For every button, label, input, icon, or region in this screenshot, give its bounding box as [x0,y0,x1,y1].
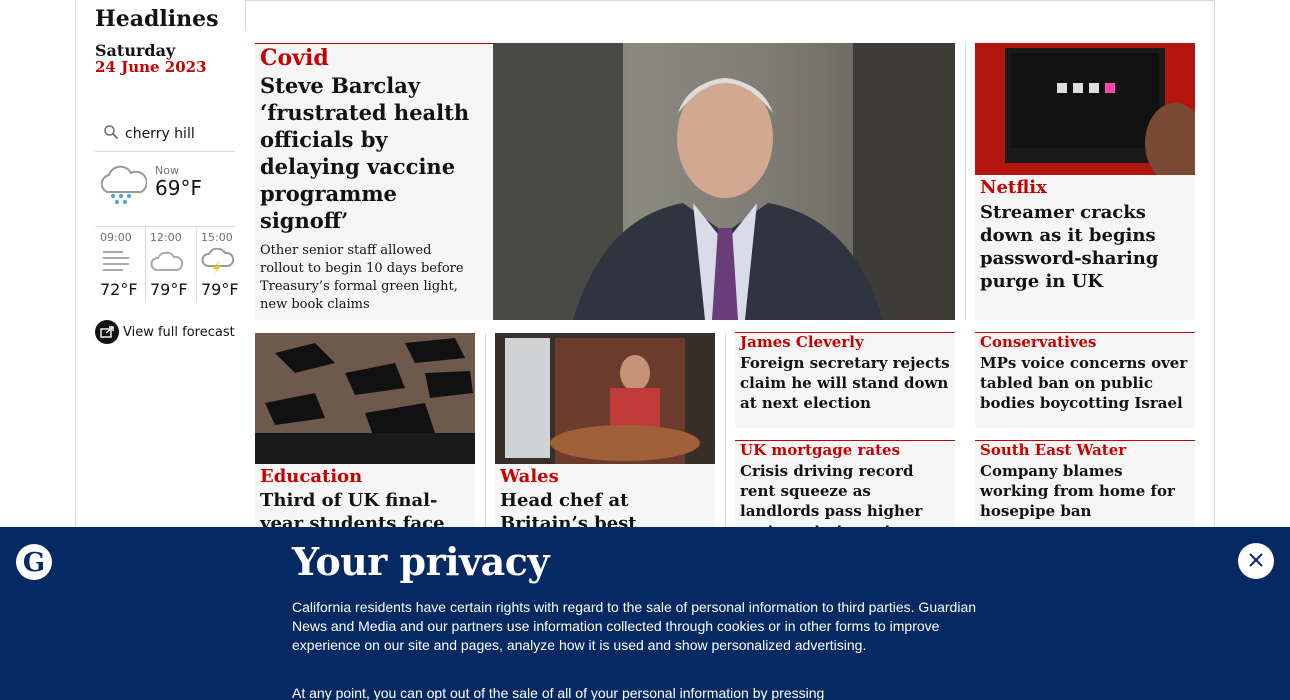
cloud-icon [149,248,195,278]
story-kicker: James Cleverly [740,333,864,351]
privacy-text-optout: At any point, you can opt out of the sal… [292,685,825,700]
header-divider [245,0,246,30]
story-kicker: Wales [500,466,559,487]
weather-location-search[interactable] [95,116,235,152]
rain-cloud-icon [95,164,148,212]
search-icon [103,124,125,144]
wales-photo[interactable] [495,333,715,464]
card-rule [255,43,493,44]
story-kicker: UK mortgage rates [740,441,901,459]
story-headline[interactable]: MPs voice concerns over tabled ban on pu… [980,353,1192,413]
story-headline[interactable]: Foreign secretary rejects claim he will … [740,353,952,413]
main-story-card[interactable]: Covid Steve Barclay ‘frustrated health o… [255,43,493,320]
section-title: Headlines [95,6,219,32]
story-kicker: South East Water [980,441,1127,459]
column-divider [725,333,726,527]
current-weather: Now 69°F [95,160,235,225]
wales-card[interactable]: Wales Head chef at Britain’s best restau… [495,464,715,557]
svg-text:G: G [23,548,45,578]
close-icon [1249,552,1263,571]
conservatives-card[interactable]: Conservatives MPs voice concerns over ta… [975,332,1195,428]
education-photo[interactable] [255,333,475,464]
top-rule [246,0,1214,1]
forecast-time: 12:00 [150,231,182,244]
fog-icon [99,248,145,278]
story-headline[interactable]: Steve Barclay ‘frustrated health officia… [260,72,488,234]
mortgage-card[interactable]: UK mortgage rates Crisis driving record … [735,440,955,540]
story-headline[interactable]: Company blames working from home for hos… [980,461,1192,521]
forecast-slot: 15:00 79°F [196,226,246,306]
date-label: 24 June 2023 [95,58,207,76]
netflix-photo[interactable] [975,43,1195,175]
forecast-time: 15:00 [201,231,233,244]
close-button[interactable] [1238,543,1274,579]
forecast-temp: 72°F [100,280,138,299]
education-card[interactable]: Education Third of UK final-year student… [255,464,475,557]
guardian-logo-icon: G [16,544,52,580]
forecast-temp: 79°F [150,280,188,299]
column-divider [965,43,966,320]
story-standfirst: Other senior staff allowed rollout to be… [260,243,464,312]
external-link-icon [95,320,119,344]
privacy-text: California residents have certain rights… [292,599,977,653]
column-divider [485,333,486,527]
full-forecast-link[interactable]: View full forecast [95,320,235,344]
full-forecast-label: View full forecast [123,324,235,340]
forecast-slot: 09:00 72°F [95,226,145,306]
thunder-icon [200,247,246,278]
story-kicker: Netflix [980,177,1047,198]
now-temperature: 69°F [155,176,202,200]
story-kicker: Education [260,466,363,487]
privacy-title: Your privacy [292,539,550,584]
cleverly-card[interactable]: James Cleverly Foreign secretary rejects… [735,332,955,428]
location-input[interactable] [125,125,225,142]
story-kicker: Covid [260,45,329,71]
story-photo[interactable] [493,43,955,320]
story-headline[interactable]: Streamer cracks down as it begins passwo… [980,201,1190,293]
netflix-card[interactable]: Netflix Streamer cracks down as it begin… [975,175,1195,320]
southeast-water-card[interactable]: South East Water Company blames working … [975,440,1195,527]
forecast-slot: 12:00 79°F [145,226,195,306]
story-kicker: Conservatives [980,333,1097,351]
privacy-banner: G Your privacy California residents have… [0,527,1290,700]
forecast-temp: 79°F [201,280,239,299]
forecast-time: 09:00 [100,231,132,244]
